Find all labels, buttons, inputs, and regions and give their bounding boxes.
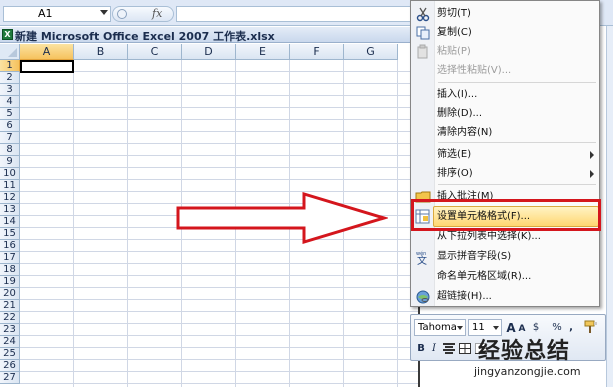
name-box-dropdown-icon[interactable] xyxy=(100,10,108,15)
column-header-a[interactable]: A xyxy=(20,44,74,60)
workbook-title: 新建 Microsoft Office Excel 2007 工作表.xlsx xyxy=(15,30,275,43)
menu-item-label: 剪切(T) xyxy=(437,8,471,19)
row-header-18[interactable]: 18 xyxy=(0,264,20,276)
menu-separator xyxy=(438,82,596,83)
font-size-value: 11 xyxy=(472,322,485,333)
row-header-19[interactable]: 19 xyxy=(0,276,20,288)
watermark: 经验总结 jingyanzongjie.com xyxy=(474,333,610,385)
font-size-dropdown-icon[interactable] xyxy=(493,326,499,330)
menu-item-13[interactable]: 显示拼音字段(S) xyxy=(436,247,598,266)
menu-item-label: 筛选(E) xyxy=(437,149,472,160)
red-arrow-annotation xyxy=(176,192,388,244)
row-header-22[interactable]: 22 xyxy=(0,312,20,324)
column-header-f[interactable]: F xyxy=(290,44,344,60)
row-header-6[interactable]: 6 xyxy=(0,120,20,132)
menu-item-label: 排序(O) xyxy=(437,168,473,179)
menu-item-label: 命名单元格区域(R)... xyxy=(437,271,532,282)
watermark-url: jingyanzongjie.com xyxy=(474,365,581,378)
name-box-value: A1 xyxy=(38,7,53,20)
row-header-10[interactable]: 10 xyxy=(0,168,20,180)
menu-item-2[interactable]: 复制(C) xyxy=(436,23,598,42)
watermark-brand: 经验总结 xyxy=(478,338,571,364)
menu-item-label: 选择性粘贴(V)... xyxy=(437,65,512,76)
hyperlink-icon xyxy=(415,289,431,305)
row-header-23[interactable]: 23 xyxy=(0,324,20,336)
menu-item-1[interactable]: 剪切(T) xyxy=(436,4,598,23)
align-center-icon[interactable] xyxy=(443,343,455,354)
row-header-3[interactable]: 3 xyxy=(0,84,20,96)
row-header-2[interactable]: 2 xyxy=(0,72,20,84)
context-menu: 剪切(T) 复制(C) 粘贴(P) 选择性粘贴(V)... 插入(I)... 删除(D).… xyxy=(410,0,600,307)
format-painter-icon[interactable] xyxy=(583,320,599,334)
copy-icon xyxy=(415,25,431,41)
insert-function-button[interactable]: fx xyxy=(152,7,162,20)
row-header-27[interactable]: 27 xyxy=(0,372,20,384)
menu-item-label: 删除(D)... xyxy=(437,108,483,119)
row-header-8[interactable]: 8 xyxy=(0,144,20,156)
row-header-9[interactable]: 9 xyxy=(0,156,20,168)
menu-item-4[interactable]: 选择性粘贴(V)... xyxy=(436,61,598,80)
row-header-13[interactable]: 13 xyxy=(0,204,20,216)
menu-item-7[interactable]: 清除内容(N) xyxy=(436,123,598,142)
svg-text:文: 文 xyxy=(417,254,427,265)
column-header-e[interactable]: E xyxy=(236,44,290,60)
row-header-7[interactable]: 7 xyxy=(0,132,20,144)
menu-item-label: 清除内容(N) xyxy=(437,127,493,138)
formula-expand-icon[interactable] xyxy=(117,9,127,19)
font-name-dropdown-icon[interactable] xyxy=(457,326,463,330)
column-header-c[interactable]: C xyxy=(128,44,182,60)
font-name-value: Tahoma xyxy=(418,322,457,333)
active-cell[interactable] xyxy=(20,60,74,73)
menu-item-label: 显示拼音字段(S) xyxy=(437,251,512,262)
submenu-arrow-icon xyxy=(590,170,594,178)
row-header-15[interactable]: 15 xyxy=(0,228,20,240)
row-header-12[interactable]: 12 xyxy=(0,192,20,204)
select-all-corner[interactable] xyxy=(0,44,20,60)
row-header-14[interactable]: 14 xyxy=(0,216,20,228)
row-header-11[interactable]: 11 xyxy=(0,180,20,192)
menu-item-label: 插入(I)... xyxy=(437,89,478,100)
menu-item-6[interactable]: 删除(D)... xyxy=(436,104,598,123)
scissors-icon xyxy=(415,6,431,22)
row-header-20[interactable]: 20 xyxy=(0,288,20,300)
italic-button[interactable]: I xyxy=(429,341,439,357)
phonetic-icon: wén 文 xyxy=(415,249,431,267)
workbook-title-bar: X 新建 Microsoft Office Excel 2007 工作表.xls… xyxy=(0,27,420,43)
row-header-25[interactable]: 25 xyxy=(0,348,20,360)
menu-separator xyxy=(438,184,596,185)
row-header-4[interactable]: 4 xyxy=(0,96,20,108)
menu-item-8[interactable]: 筛选(E) xyxy=(436,145,598,164)
paste-icon xyxy=(415,44,431,60)
merge-center-icon[interactable] xyxy=(459,343,471,354)
submenu-arrow-icon xyxy=(590,151,594,159)
name-box[interactable]: A1 xyxy=(3,6,111,22)
column-header-g[interactable]: G xyxy=(344,44,398,60)
menu-separator xyxy=(438,142,596,143)
excel-file-icon: X xyxy=(2,29,13,40)
column-header-b[interactable]: B xyxy=(74,44,128,60)
row-header-16[interactable]: 16 xyxy=(0,240,20,252)
menu-item-label: 超链接(H)... xyxy=(437,291,492,302)
row-header-24[interactable]: 24 xyxy=(0,336,20,348)
formula-input[interactable] xyxy=(176,6,416,22)
menu-item-9[interactable]: 排序(O) xyxy=(436,164,598,183)
menu-item-3[interactable]: 粘贴(P) xyxy=(436,42,598,61)
menu-item-5[interactable]: 插入(I)... xyxy=(436,85,598,104)
menu-item-label: 粘贴(P) xyxy=(437,46,471,57)
column-header-d[interactable]: D xyxy=(182,44,236,60)
row-header-1[interactable]: 1 xyxy=(0,60,20,72)
row-header-5[interactable]: 5 xyxy=(0,108,20,120)
row-header-21[interactable]: 21 xyxy=(0,300,20,312)
select-all-triangle-icon xyxy=(8,48,17,57)
row-header-17[interactable]: 17 xyxy=(0,252,20,264)
row-header-26[interactable]: 26 xyxy=(0,360,20,372)
red-highlight-box xyxy=(411,199,601,231)
menu-item-label: 复制(C) xyxy=(437,27,472,38)
menu-item-14[interactable]: 命名单元格区域(R)... xyxy=(436,267,598,286)
menu-item-label: 从下拉列表中选择(K)... xyxy=(437,231,541,242)
bold-button[interactable]: B xyxy=(415,341,427,357)
menu-item-15[interactable]: 超链接(H)... xyxy=(436,287,598,306)
